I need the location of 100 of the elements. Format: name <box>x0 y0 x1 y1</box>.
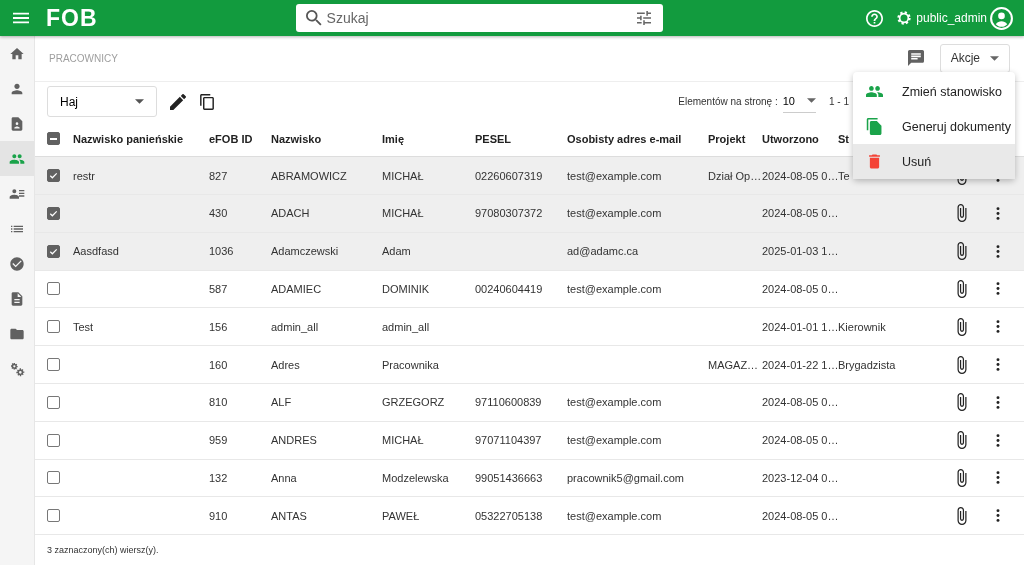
menu-icon[interactable] <box>13 12 29 24</box>
table-row[interactable]: 160 Adres Pracownika MAGAZ… 2024-01-22 1…Brygadzista <box>35 346 1024 384</box>
gears-icon <box>9 360 25 377</box>
maiden-name-cell-text: Test <box>73 320 95 333</box>
table-row[interactable]: 810 ALF GRZEGORZ 97110600839 test@example.com 2024-08-05 0… <box>35 383 1024 422</box>
menu-item[interactable]: Zmień stanowisko <box>853 74 1015 109</box>
attachment-icon[interactable] <box>957 355 967 374</box>
row-checkbox[interactable] <box>47 395 60 409</box>
surname-cell-text: Adamczewski <box>271 245 340 258</box>
pesel-cell-text: 97080307372 <box>475 207 544 220</box>
more-options-icon[interactable] <box>996 471 1000 485</box>
trash-icon <box>866 153 883 170</box>
edit-icon[interactable] <box>170 93 186 110</box>
select-all-checkbox[interactable] <box>47 132 60 146</box>
first-name-cell-text: Adam <box>382 245 412 258</box>
more-options-icon[interactable] <box>996 509 1000 523</box>
more-options-icon[interactable] <box>996 282 1000 296</box>
created-cell: 2024-08-05 0… <box>762 169 838 182</box>
table-row[interactable]: 959 ANDRES MICHAŁ 97071104397 test@example.com 2024-08-05 0… <box>35 421 1024 460</box>
filter-settings-icon[interactable] <box>636 11 651 25</box>
pesel-cell-text: 97071104397 <box>475 434 543 447</box>
efob-id-cell-text: 810 <box>209 396 229 409</box>
more-options-icon[interactable] <box>996 395 1000 409</box>
created-cell: 2024-08-05 0… <box>762 283 838 295</box>
pesel-cell-text: 99051436663 <box>475 471 544 484</box>
account-icon[interactable] <box>989 5 1014 31</box>
table-row[interactable]: Test 156 admin_all admin_all 2024-01-01 1…Kierownik <box>35 308 1024 347</box>
row-checkbox[interactable] <box>47 320 60 334</box>
table-row[interactable]: 587 ADAMIEC DOMINIK 00240604419 test@example.com 2024-08-05 0… <box>35 270 1024 309</box>
table-row[interactable]: Aasdfasd 1036 Adamczewski Adam ad@adamc.ca 2025-01-03 1… <box>35 232 1024 271</box>
chat-icon[interactable] <box>907 50 924 67</box>
first-name-cell-text: Modzelewska <box>382 471 450 484</box>
attachment-icon[interactable] <box>957 317 967 336</box>
column-header[interactable]: Osobisty adres e-mail <box>567 132 708 145</box>
column-header[interactable]: Nazwisko panieńskie <box>73 132 209 145</box>
column-header[interactable]: Imię <box>382 132 475 145</box>
attachment-icon[interactable] <box>957 204 967 223</box>
efob-id-cell-text: 827 <box>209 169 229 182</box>
row-checkbox[interactable] <box>47 282 60 296</box>
row-checkbox[interactable] <box>47 433 60 447</box>
menu-item[interactable]: Generuj dokumenty <box>853 109 1015 144</box>
efob-id-cell-text: 1036 <box>209 245 235 258</box>
attachment-icon[interactable] <box>957 393 967 412</box>
search-field[interactable]: Szukaj <box>295 4 663 32</box>
pesel-cell-text: 05322705138 <box>475 509 544 522</box>
logo[interactable]: FOB <box>46 4 98 32</box>
email-cell-text: pracownik5@gmail.com <box>567 471 685 484</box>
project-cell: Dział Op… <box>708 169 762 182</box>
settings-icon[interactable] <box>896 10 913 26</box>
help-icon[interactable] <box>866 9 884 27</box>
first-name-cell-text: admin_all <box>382 320 431 333</box>
surname-cell-text: admin_all <box>271 320 320 333</box>
column-header[interactable]: PESEL <box>475 132 567 145</box>
pesel-cell-text: 00240604419 <box>475 283 544 295</box>
actions-dropdown[interactable]: Akcje <box>939 43 1010 73</box>
column-header[interactable]: eFOB ID <box>209 132 271 145</box>
menu-item[interactable]: Usuń <box>853 144 1015 179</box>
first-name-cell-text: MICHAŁ <box>382 169 425 182</box>
copy-icon[interactable] <box>199 93 215 110</box>
surname-cell-text: ADAMIEC <box>271 283 323 295</box>
surname-cell-text: Adres <box>271 358 301 371</box>
attachment-icon[interactable] <box>957 468 967 487</box>
email-cell-text: test@example.com <box>567 509 663 522</box>
sidebar-item[interactable] <box>0 141 34 176</box>
column-header[interactable]: Projekt <box>708 132 762 145</box>
attachment-icon[interactable] <box>957 280 967 298</box>
table-row[interactable]: 430 ADACH MICHAŁ 97080307372 test@example.com 2024-08-05 0… <box>35 195 1024 233</box>
attachment-icon[interactable] <box>957 242 967 261</box>
more-options-icon[interactable] <box>996 206 1000 220</box>
first-name-cell-text: GRZEGORZ <box>382 396 446 409</box>
column-header[interactable]: Utworzono <box>762 132 838 145</box>
created-cell: 2023-12-04 0… <box>762 471 838 484</box>
efob-id-cell-text: 160 <box>209 358 229 371</box>
efob-id-cell-text: 430 <box>209 207 229 220</box>
attachment-icon[interactable] <box>957 431 967 450</box>
per-page-label: Elementów na stronę : <box>678 96 778 108</box>
row-checkbox[interactable] <box>47 509 60 523</box>
attachment-icon[interactable] <box>957 506 967 525</box>
selection-status: 3 zaznaczony(ch) wiersz(y). <box>46 544 160 558</box>
surname-cell-text: ADACH <box>271 207 311 220</box>
caret-icon <box>990 55 999 61</box>
row-checkbox[interactable] <box>47 169 60 183</box>
more-options-icon[interactable] <box>996 244 1000 258</box>
row-checkbox[interactable] <box>47 244 60 258</box>
view-select[interactable]: Haj <box>47 86 157 118</box>
row-checkbox[interactable] <box>47 471 60 485</box>
caret-icon <box>807 98 816 104</box>
maiden-name-cell-text: restr <box>73 169 96 182</box>
column-header[interactable]: Nazwisko <box>271 132 382 145</box>
table-row[interactable]: 910 ANTAS PAWEŁ 05322705138 test@example.com 2024-08-05 0… <box>35 497 1024 536</box>
row-checkbox[interactable] <box>47 358 60 372</box>
more-options-icon[interactable] <box>996 433 1000 447</box>
row-checkbox[interactable] <box>47 206 60 220</box>
more-options-icon[interactable] <box>996 320 1000 334</box>
user-name[interactable]: public_admin <box>916 11 987 25</box>
page-range: 1 - 1 <box>829 96 849 108</box>
more-options-icon[interactable] <box>996 358 1000 372</box>
table-row[interactable]: 132 Anna Modzelewska 99051436663 pracownik5@gmail.com 2023-12-04 0… <box>35 459 1024 498</box>
first-name-cell-text: Pracownika <box>382 358 440 371</box>
email-cell-text: test@example.com <box>567 434 663 447</box>
